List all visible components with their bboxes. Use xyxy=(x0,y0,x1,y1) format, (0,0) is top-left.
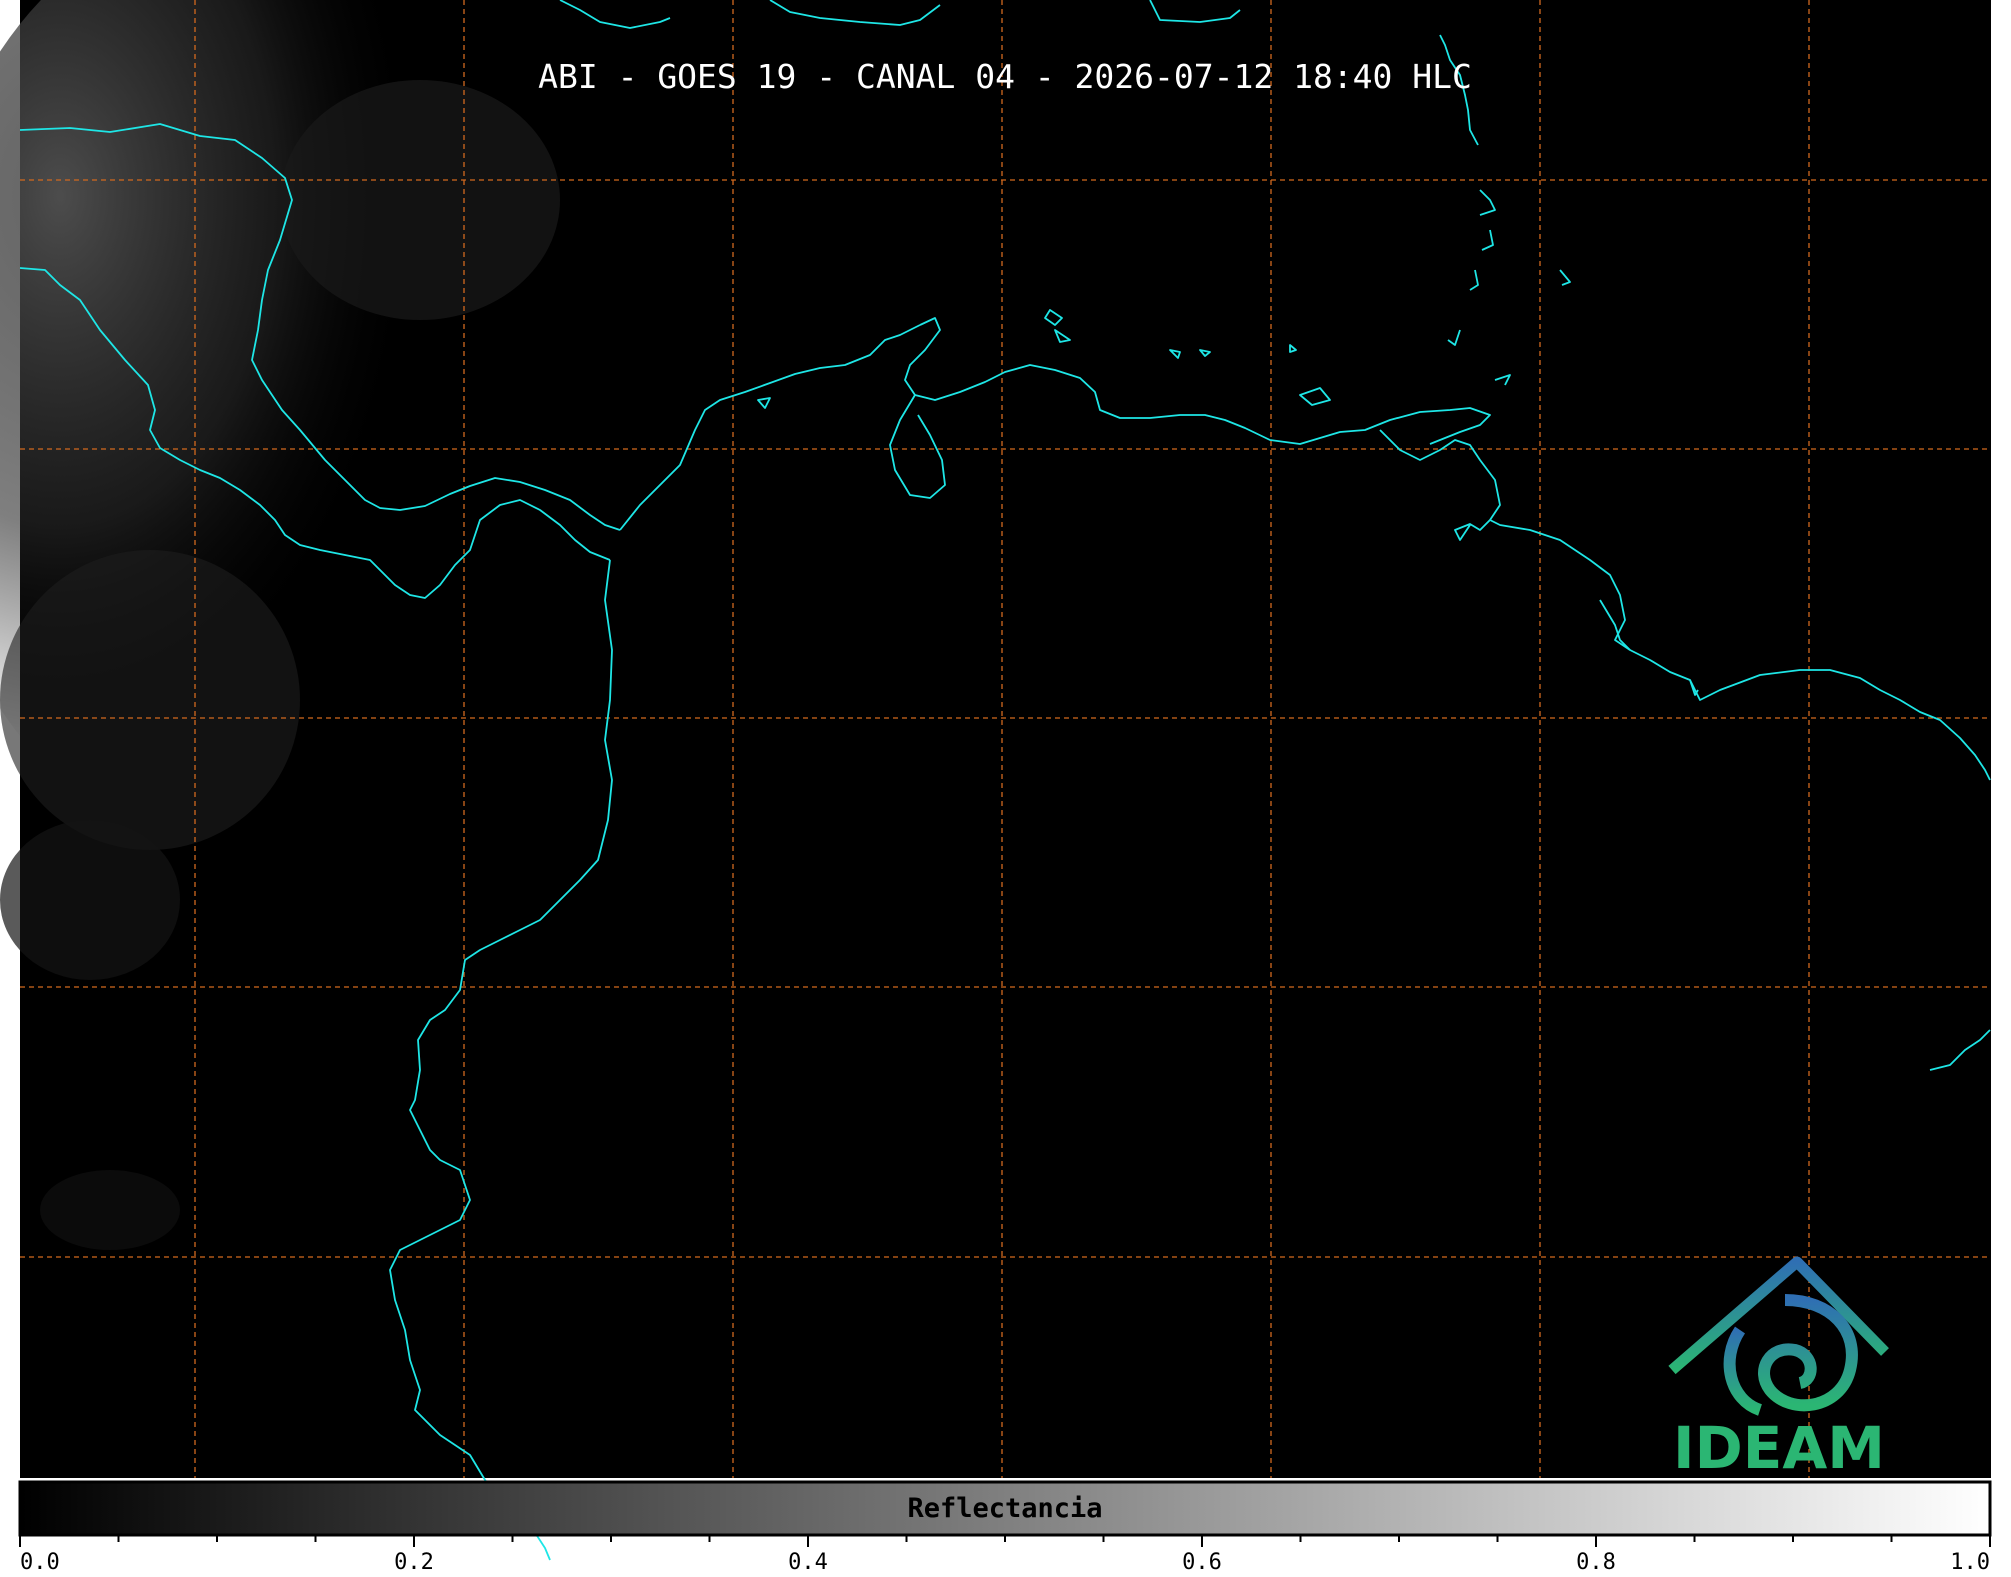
logo-text: IDEAM xyxy=(1673,1414,1885,1482)
colorbar-tick-label: 0.8 xyxy=(1576,1550,1616,1575)
colorbar-tick-label: 0.2 xyxy=(394,1550,434,1575)
colorbar-label: Reflectancia xyxy=(907,1493,1102,1524)
colorbar-tick-label: 1.0 xyxy=(1950,1550,1990,1575)
colorbar-tick-label: 0.6 xyxy=(1182,1550,1222,1575)
map-title: ABI - GOES 19 - CANAL 04 - 2026-07-12 18… xyxy=(538,57,1472,96)
colorbar-tick-label: 0.4 xyxy=(788,1550,828,1575)
colorbar-tick-label: 0.0 xyxy=(20,1550,60,1575)
colorbar: Reflectancia 0.0 0.2 0.4 0.6 0.8 1.0 xyxy=(18,1480,1992,1575)
satellite-map: ABI - GOES 19 - CANAL 04 - 2026-07-12 18… xyxy=(0,0,1992,1575)
